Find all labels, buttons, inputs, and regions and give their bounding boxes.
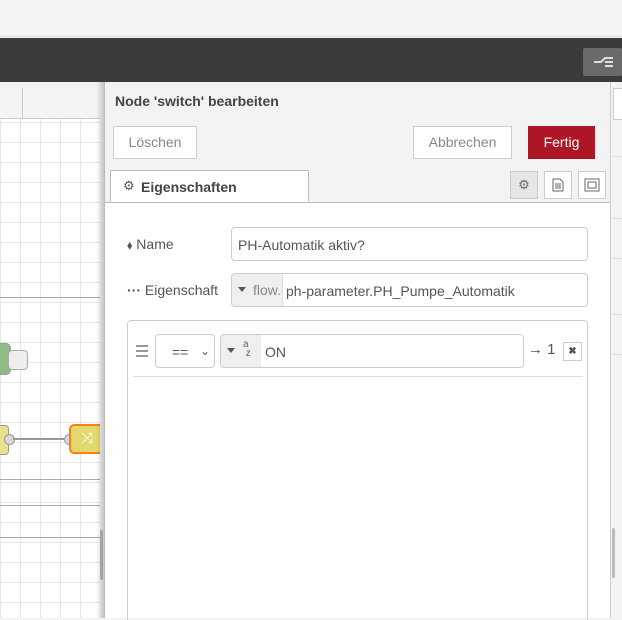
deploy-button[interactable] bbox=[583, 48, 622, 76]
divider bbox=[613, 156, 622, 157]
gear-icon: ⚙ bbox=[518, 177, 530, 192]
operator-value: == bbox=[172, 344, 189, 360]
delete-button[interactable]: Löschen bbox=[113, 126, 197, 159]
edit-tray: Node 'switch' bearbeiten Löschen Abbrech… bbox=[104, 82, 611, 620]
name-label-row: ⬧ Name bbox=[127, 236, 174, 253]
divider bbox=[613, 314, 622, 315]
switch-icon: ⤨ bbox=[81, 430, 94, 447]
caret-down-icon bbox=[238, 287, 246, 292]
top-bar bbox=[0, 0, 622, 37]
document-icon bbox=[552, 178, 564, 192]
divider bbox=[613, 218, 622, 219]
operator-select[interactable]: == ⌄ bbox=[155, 334, 215, 368]
tray-toolbar: Löschen Abbrechen Fertig bbox=[105, 119, 611, 169]
workspace-tab[interactable] bbox=[0, 88, 23, 118]
tray-header: Node 'switch' bearbeiten bbox=[105, 82, 611, 120]
done-button[interactable]: Fertig bbox=[528, 126, 595, 159]
remove-rule-button[interactable]: ✖ bbox=[563, 342, 582, 361]
divider bbox=[613, 354, 622, 355]
caret-down-icon bbox=[227, 348, 235, 353]
sidebar-strip bbox=[610, 82, 622, 618]
cancel-button[interactable]: Abbrechen bbox=[413, 126, 512, 159]
property-input[interactable]: flow. ph-parameter.PH_Pumpe_Automatik bbox=[231, 273, 588, 307]
property-value: ph-parameter.PH_Pumpe_Automatik bbox=[286, 283, 515, 299]
tab-description[interactable] bbox=[544, 171, 572, 199]
rule-row: == ⌄ a z ON → 1 ✖ bbox=[133, 331, 583, 377]
wire bbox=[0, 297, 100, 298]
divider bbox=[613, 258, 622, 259]
property-label-row: ··· Eigenschaft bbox=[127, 282, 218, 298]
tray-tabs: ⚙ Eigenschaften ⚙ bbox=[105, 169, 611, 203]
rule-value: ON bbox=[265, 344, 286, 360]
rules-list[interactable]: == ⌄ a z ON → 1 ✖ bbox=[127, 320, 588, 620]
expand-icon bbox=[584, 178, 600, 192]
name-input[interactable]: PH-Automatik aktiv? bbox=[231, 227, 588, 261]
deploy-icon bbox=[594, 57, 613, 67]
wire bbox=[0, 479, 100, 480]
property-label: Eigenschaft bbox=[144, 282, 219, 298]
tab-properties-label: Eigenschaften bbox=[141, 179, 237, 195]
gear-icon: ⚙ bbox=[123, 178, 135, 193]
app-header bbox=[0, 38, 622, 82]
tray-shadow bbox=[96, 82, 104, 618]
close-icon: ✖ bbox=[568, 346, 577, 357]
tab-properties[interactable]: ⚙ Eigenschaften bbox=[110, 170, 309, 202]
ellipsis-icon: ··· bbox=[127, 282, 141, 298]
rule-type-button[interactable]: a z bbox=[221, 335, 261, 367]
tag-icon: ⬧ bbox=[127, 238, 133, 252]
rule-value-input[interactable]: a z ON bbox=[220, 334, 524, 368]
sidebar-tab[interactable] bbox=[613, 88, 622, 120]
rule-output: → 1 bbox=[528, 341, 556, 358]
tab-appearance[interactable] bbox=[578, 171, 606, 199]
properties-form: ⬧ Name PH-Automatik aktiv? ··· Eigenscha… bbox=[105, 203, 611, 620]
drag-handle-icon[interactable] bbox=[136, 345, 148, 360]
name-label: Name bbox=[136, 236, 174, 252]
chevron-down-icon: ⌄ bbox=[200, 344, 211, 358]
string-type-icon: a z bbox=[243, 339, 251, 359]
tab-settings[interactable]: ⚙ bbox=[510, 171, 538, 199]
wire bbox=[13, 438, 71, 440]
name-value: PH-Automatik aktiv? bbox=[238, 237, 365, 253]
wire bbox=[0, 537, 100, 538]
node-button[interactable] bbox=[8, 350, 28, 370]
sidebar-scrollbar[interactable] bbox=[612, 528, 615, 578]
property-type-button[interactable]: flow. bbox=[232, 274, 283, 306]
wire bbox=[0, 505, 100, 506]
property-type: flow. bbox=[253, 282, 282, 298]
tray-title: Node 'switch' bearbeiten bbox=[115, 93, 279, 109]
